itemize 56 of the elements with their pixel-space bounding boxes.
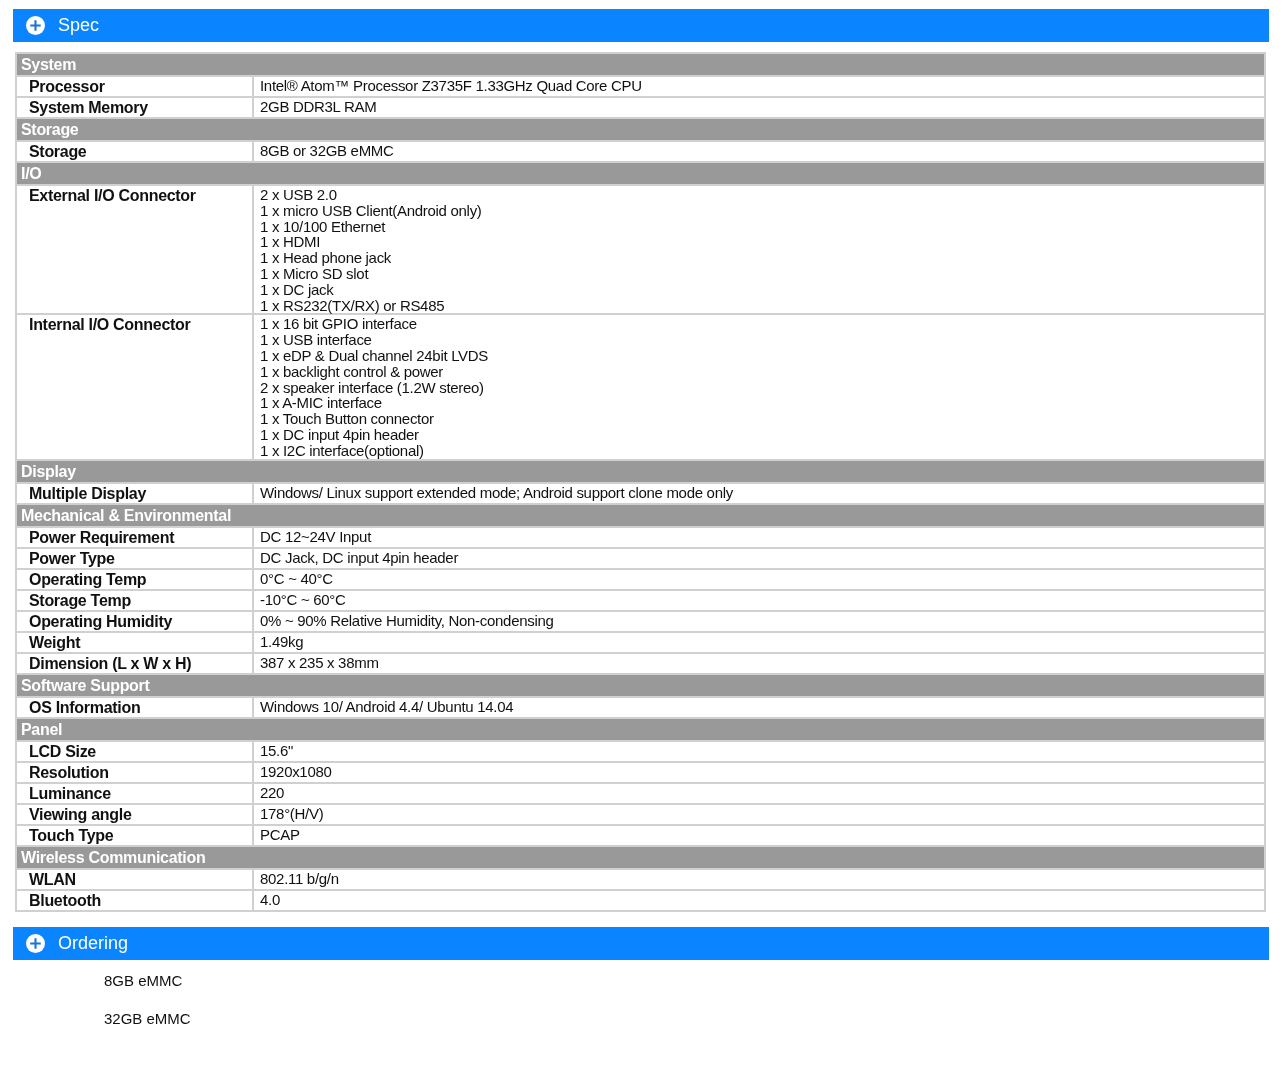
spec-label: Internal I/O Connector <box>17 315 252 459</box>
ordering-item: 32GB eMMC <box>104 1008 192 1028</box>
ordering-header[interactable]: Ordering <box>13 926 1269 960</box>
plus-icon <box>25 15 46 36</box>
spec-value: 802.11 b/g/n <box>254 869 1264 889</box>
section-heading: Wireless Communication <box>17 846 1264 868</box>
spec-header[interactable]: Spec <box>13 9 1269 42</box>
spec-label: Operating Temp <box>17 569 252 589</box>
section-heading: Display <box>17 460 1264 482</box>
spec-label: Touch Type <box>17 825 252 845</box>
section-heading: Storage <box>17 119 1264 140</box>
spec-value: DC Jack, DC input 4pin header <box>254 548 1264 568</box>
spec-value: DC 12~24V Input <box>254 527 1264 547</box>
spec-value: 220 <box>254 783 1264 803</box>
spec-label: Storage <box>17 142 252 161</box>
spec-label: External I/O Connector <box>17 186 252 314</box>
spec-label: Power Type <box>17 548 252 568</box>
spec-value: 2GB DDR3L RAM <box>254 98 1264 117</box>
spec-label: Processor <box>17 77 252 96</box>
spec-value: 387 x 235 x 38mm <box>254 653 1264 673</box>
spec-label: Viewing angle <box>17 804 252 824</box>
plus-icon <box>25 932 46 954</box>
spec-value: 1 x 16 bit GPIO interface 1 x USB interface 1 x eDP & Dual channel 24bit LVDS 1 x backlight control & power 2 x speaker interface (1.2W stereo) 1 x A-MIC interface 1 x Touch Button connector 1 x DC input 4pin header 1 x I2C interface(optional) <box>254 315 1264 459</box>
ordering-item: 8GB eMMC <box>104 970 184 990</box>
spec-label: Power Requirement <box>17 527 252 547</box>
spec-value: Windows 10/ Android 4.4/ Ubuntu 14.04 <box>254 697 1264 717</box>
spec-label: LCD Size <box>17 741 252 761</box>
spec-label: Storage Temp <box>17 590 252 610</box>
spec-value: -10°C ~ 60°C <box>254 590 1264 610</box>
spec-label: OS Information <box>17 697 252 717</box>
spec-value: 178°(H/V) <box>254 804 1264 824</box>
spec-label: Bluetooth <box>17 890 252 910</box>
spec-label: Weight <box>17 632 252 652</box>
spec-value: 1920x1080 <box>254 762 1264 782</box>
spec-value: 4.0 <box>254 890 1264 910</box>
spec-label: Dimension (L x W x H) <box>17 653 252 673</box>
spec-value: 8GB or 32GB eMMC <box>254 142 1264 161</box>
section-heading: System <box>17 54 1264 75</box>
spec-value: 15.6" <box>254 741 1264 761</box>
spec-label: Resolution <box>17 762 252 782</box>
spec-label: System Memory <box>17 98 252 117</box>
spec-value: 1.49kg <box>254 632 1264 652</box>
spec-label: WLAN <box>17 869 252 889</box>
section-heading: Panel <box>17 718 1264 740</box>
spec-value: Windows/ Linux support extended mode; Android support clone mode only <box>254 483 1264 503</box>
spec-value: 0% ~ 90% Relative Humidity, Non-condensing <box>254 611 1264 631</box>
spec-value: 2 x USB 2.0 1 x micro USB Client(Android only) 1 x 10/100 Ethernet 1 x HDMI 1 x Head phone jack 1 x Micro SD slot 1 x DC jack 1 x RS232(TX/RX) or RS485 <box>254 186 1264 314</box>
spec-label: Operating Humidity <box>17 611 252 631</box>
spec-value: 0°C ~ 40°C <box>254 569 1264 589</box>
spec-label: Multiple Display <box>17 483 252 503</box>
spec-value: Intel® Atom™ Processor Z3735F 1.33GHz Quad Core CPU <box>254 77 1264 96</box>
section-heading: Mechanical & Environmental <box>17 504 1264 526</box>
spec-value: PCAP <box>254 825 1264 845</box>
section-heading: I/O <box>17 163 1264 184</box>
section-heading: Software Support <box>17 674 1264 696</box>
spec-label: Luminance <box>17 783 252 803</box>
